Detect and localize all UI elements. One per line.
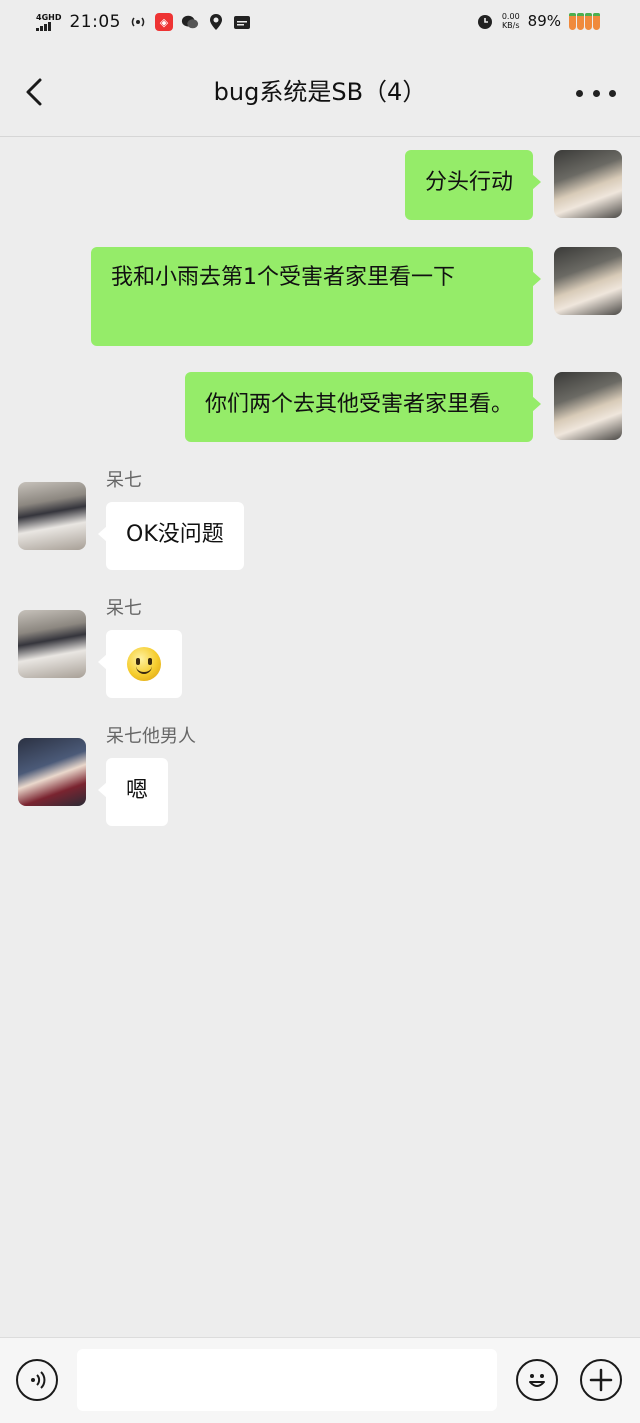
message-bubble[interactable]: OK没问题 [98, 502, 244, 570]
message-text: 我和小雨去第1个受害者家里看一下 [111, 265, 455, 290]
message-text: 你们两个去其他受害者家里看。 [204, 392, 513, 417]
message-bubble[interactable]: 嗯 [97, 758, 169, 826]
avatar[interactable] [18, 610, 86, 678]
plus-icon [589, 1368, 613, 1392]
message-bubble[interactable]: 分头行动 [404, 150, 542, 220]
chat-title: bug系统是SB（4） [213, 78, 427, 106]
more-options-button[interactable] [576, 78, 616, 108]
calendar-icon [233, 13, 251, 31]
status-bar-right: 0.00 KB/s 89% [476, 12, 600, 30]
message-row: 呆七 [0, 598, 640, 700]
message-input[interactable] [77, 1349, 497, 1411]
more-dot-icon [592, 89, 600, 97]
network-speed-unit: KB/s [501, 21, 520, 30]
avatar[interactable] [554, 247, 622, 315]
message-text: 嗯 [126, 778, 149, 803]
sender-name: 呆七 [106, 470, 142, 491]
avatar[interactable] [554, 372, 622, 440]
message-text: OK没问题 [126, 522, 224, 547]
avatar[interactable] [18, 738, 86, 806]
input-bar [0, 1337, 640, 1423]
back-button[interactable] [16, 72, 56, 112]
more-dot-icon [576, 89, 583, 97]
signal-indicator: 4GHD [36, 13, 61, 31]
message-row: 呆七他男人 嗯 [0, 726, 640, 828]
emoji-button[interactable] [516, 1359, 558, 1401]
status-bar: 4GHD 21:05 ◈ 0.00 KB/s 89% [0, 0, 640, 48]
app-notification-icon: ◈ [154, 13, 173, 31]
smiley-emoji-icon [127, 647, 161, 681]
message-row: 你们两个去其他受害者家里看。 [0, 372, 640, 442]
sender-name: 呆七 [106, 598, 142, 619]
chat-header: bug系统是SB（4） [0, 48, 640, 137]
message-text: 分头行动 [424, 170, 513, 195]
voice-input-button[interactable] [16, 1359, 58, 1401]
location-icon [207, 13, 225, 31]
more-functions-button[interactable] [580, 1359, 622, 1401]
chevron-left-icon [26, 78, 42, 106]
network-speed-value: 0.00 [501, 12, 520, 21]
message-row: 我和小雨去第1个受害者家里看一下 [0, 247, 640, 346]
hotspot-icon [129, 13, 147, 31]
more-dot-icon [609, 89, 616, 97]
status-bar-left: 4GHD 21:05 ◈ [36, 12, 251, 32]
battery-carrot-icon [569, 12, 600, 30]
avatar[interactable] [554, 150, 622, 218]
voice-icon [31, 1371, 46, 1389]
sender-name: 呆七他男人 [106, 726, 196, 747]
battery-percent: 89% [527, 12, 561, 30]
message-bubble[interactable] [98, 630, 182, 698]
message-list[interactable]: 分头行动 我和小雨去第1个受害者家里看一下 你们两个去其他受害者家里看。 呆七 … [0, 137, 640, 1337]
message-row: 分头行动 [0, 150, 640, 220]
message-bubble[interactable]: 我和小雨去第1个受害者家里看一下 [91, 247, 541, 346]
status-time: 21:05 [69, 12, 121, 32]
network-speed: 0.00 KB/s [502, 12, 520, 30]
avatar[interactable] [18, 482, 86, 550]
emoji-face-icon [529, 1374, 545, 1387]
signal-bars-icon [36, 22, 61, 31]
network-type-label: 4GHD [36, 13, 62, 22]
wechat-icon [181, 13, 199, 31]
alarm-icon [476, 12, 494, 30]
message-bubble[interactable]: 你们两个去其他受害者家里看。 [184, 372, 542, 442]
message-row: 呆七 OK没问题 [0, 470, 640, 572]
